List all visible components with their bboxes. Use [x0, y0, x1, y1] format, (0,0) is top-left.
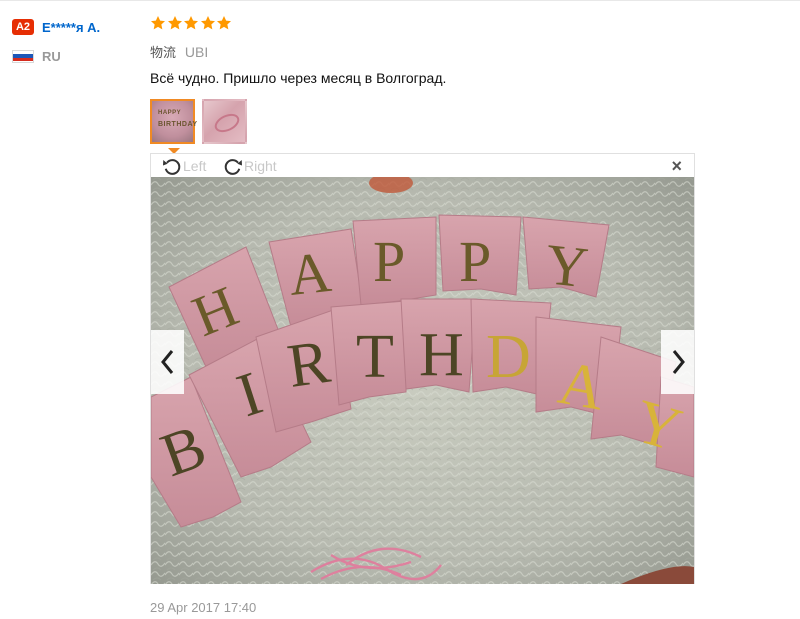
photo-letter-p: P [459, 229, 491, 294]
thumbnail-1-photo-text: BIRTHDAY [158, 121, 198, 128]
next-photo-button[interactable] [661, 330, 694, 394]
top-divider [0, 0, 800, 1]
rotate-right-icon [222, 155, 244, 177]
rotate-left-button[interactable]: Left [161, 155, 206, 177]
photo-letter-y: Y [543, 231, 591, 300]
photo-letter-p: P [373, 229, 405, 294]
review-body: 物流 UBI Всё чудно. Пришло через месяц в В… [150, 15, 710, 154]
previous-photo-button[interactable] [151, 330, 184, 394]
rotate-right-label: Right [244, 158, 277, 174]
country-row: RU [12, 48, 132, 64]
photo-letter-h: H [419, 321, 464, 389]
country-code: RU [42, 48, 61, 64]
review-photo-image: H A P P Y B I R T H D A Y [151, 177, 694, 584]
star-icon [167, 15, 183, 31]
rotate-left-label: Left [183, 158, 207, 174]
logistics-label: 物流 [150, 46, 177, 61]
level-badge: A2 [12, 19, 34, 35]
chevron-left-icon [159, 349, 177, 375]
star-icon [150, 15, 166, 31]
thumbnail-1[interactable]: HAPPY BIRTHDAY [150, 99, 198, 154]
photo-letter-a: A [286, 239, 335, 308]
review-text: Всё чудно. Пришло через месяц в Волгогра… [150, 70, 447, 86]
reviewer-row: A2 E*****я A. [12, 18, 132, 36]
review-timestamp: 29 Apr 2017 17:40 [150, 600, 257, 615]
rotate-left-icon [161, 155, 183, 177]
photo-thumbnails: HAPPY BIRTHDAY [150, 99, 254, 154]
thumbnail-1-photo-text: HAPPY [158, 110, 182, 116]
star-icon [216, 15, 232, 31]
review-photo: H A P P Y B I R T H D A Y [151, 177, 694, 584]
reviewer-info: A2 E*****я A. RU [12, 18, 132, 64]
star-icon [200, 15, 216, 31]
logistics-value: UBI [184, 44, 209, 60]
rotate-right-button[interactable]: Right [222, 155, 277, 177]
photo-letter-t: T [356, 323, 394, 391]
viewer-toolbar: Left Right × [151, 154, 694, 177]
logistics-info: 物流 UBI [150, 42, 710, 61]
close-icon[interactable]: × [671, 157, 682, 175]
star-rating [150, 15, 710, 35]
russia-flag-icon [12, 49, 34, 63]
photo-letter-d: D [486, 323, 531, 391]
reviewer-name[interactable]: E*****я A. [42, 20, 100, 35]
thumbnail-2[interactable] [202, 99, 247, 144]
star-icon [183, 15, 199, 31]
chevron-right-icon [669, 349, 687, 375]
photo-viewer: Left Right × H A P P Y B I R T H D A Y [150, 153, 695, 584]
